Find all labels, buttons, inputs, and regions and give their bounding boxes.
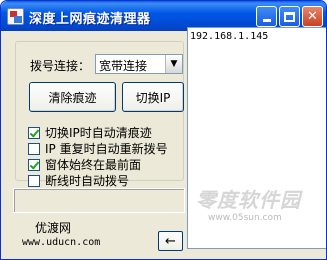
option-redial-on-duplicate-label: IP 重复时自动重新拨号 [45,142,168,156]
checkbox-always-on-top[interactable] [28,158,40,171]
minimize-button[interactable] [256,6,277,27]
option-redial-on-duplicate[interactable]: IP 重复时自动重新拨号 [28,140,168,157]
option-auto-dial-on-disconnect[interactable]: 断线时自动拨号 [28,172,129,189]
switch-ip-button[interactable]: 切换IP [122,82,184,112]
clear-traces-button[interactable]: 清除痕迹 [29,82,116,112]
watermark-sub: www.05sun.com [208,213,282,223]
app-icon[interactable] [7,8,24,25]
maximize-button[interactable] [279,6,300,27]
checkbox-auto-clear[interactable] [28,126,40,139]
settings-group: 拨号连接： 宽带连接 ▼ 清除痕迹 切换IP 切换IP时自动清痕迹 IP 重复时… [15,41,184,188]
option-always-on-top[interactable]: 窗体始终在最前面 [28,156,141,173]
dial-connection-label: 拨号连接： [30,59,91,73]
option-auto-clear-label: 切换IP时自动清痕迹 [45,126,152,140]
option-auto-clear[interactable]: 切换IP时自动清痕迹 [28,124,152,141]
dial-connection-value: 宽带连接 [99,59,148,73]
watermark-main: 零度软件园 [196,188,301,212]
maximize-icon [284,11,295,22]
checkbox-auto-dial-on-disconnect[interactable] [28,174,40,187]
back-button[interactable]: ← [158,231,183,251]
option-always-on-top-label: 窗体始终在最前面 [45,158,142,172]
arrow-left-icon: ← [165,233,176,249]
window-title: 深度上网痕迹清理器 [29,12,151,27]
close-icon: ✕ [307,9,318,24]
list-item[interactable]: 192.168.1.145 [190,31,268,42]
app-window: 深度上网痕迹清理器 ✕ 拨号连接： 宽带连接 ▼ 清除痕迹 切换IP 切换IP时… [0,0,327,260]
sponsor-name: 优渡网 [35,221,72,235]
sponsor-url-link[interactable]: www.uducn.com [22,237,100,248]
status-bar [13,188,185,213]
option-auto-dial-on-disconnect-label: 断线时自动拨号 [45,174,130,188]
minimize-icon [262,19,271,22]
client-area: 拨号连接： 宽带连接 ▼ 清除痕迹 切换IP 切换IP时自动清痕迹 IP 重复时… [5,27,326,257]
chevron-down-icon[interactable]: ▼ [165,55,182,73]
dial-connection-select[interactable]: 宽带连接 ▼ [95,54,183,74]
close-button[interactable]: ✕ [302,6,323,27]
checkbox-redial-on-duplicate[interactable] [28,142,40,155]
watermark-logo: 零度软件园 www.05sun.com [196,184,326,223]
